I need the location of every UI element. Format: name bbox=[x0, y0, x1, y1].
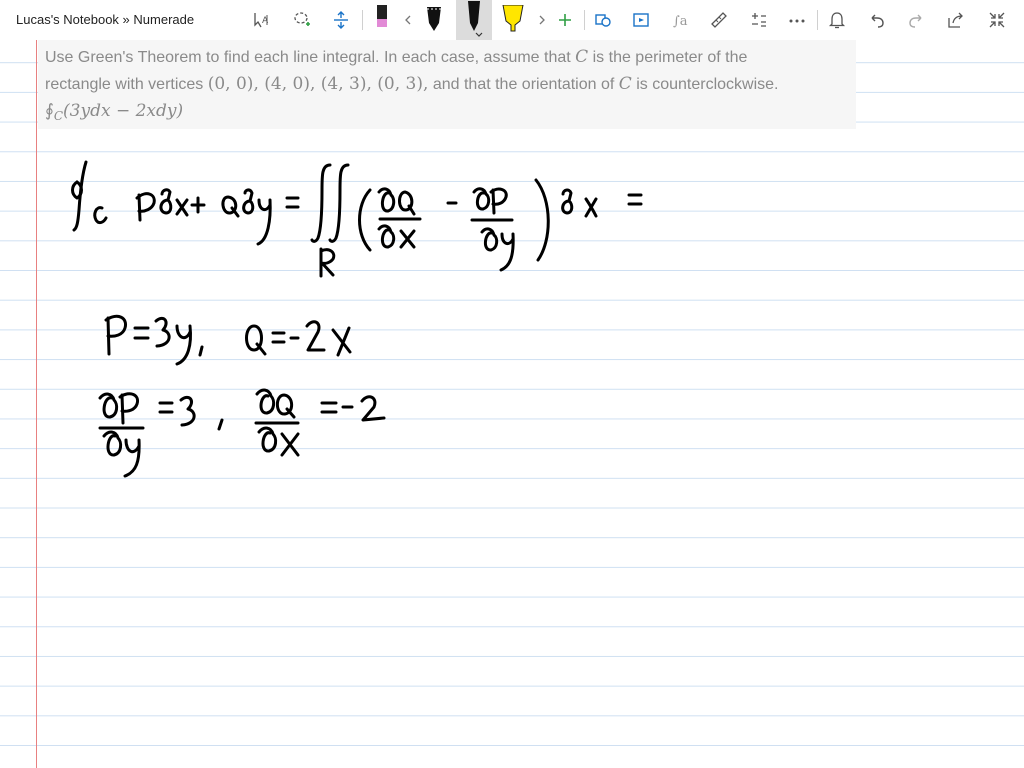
ink-line-1 bbox=[71, 160, 643, 278]
ink-line-3 bbox=[98, 388, 386, 478]
ink-line-2 bbox=[104, 314, 352, 366]
handwritten-ink bbox=[71, 160, 643, 478]
